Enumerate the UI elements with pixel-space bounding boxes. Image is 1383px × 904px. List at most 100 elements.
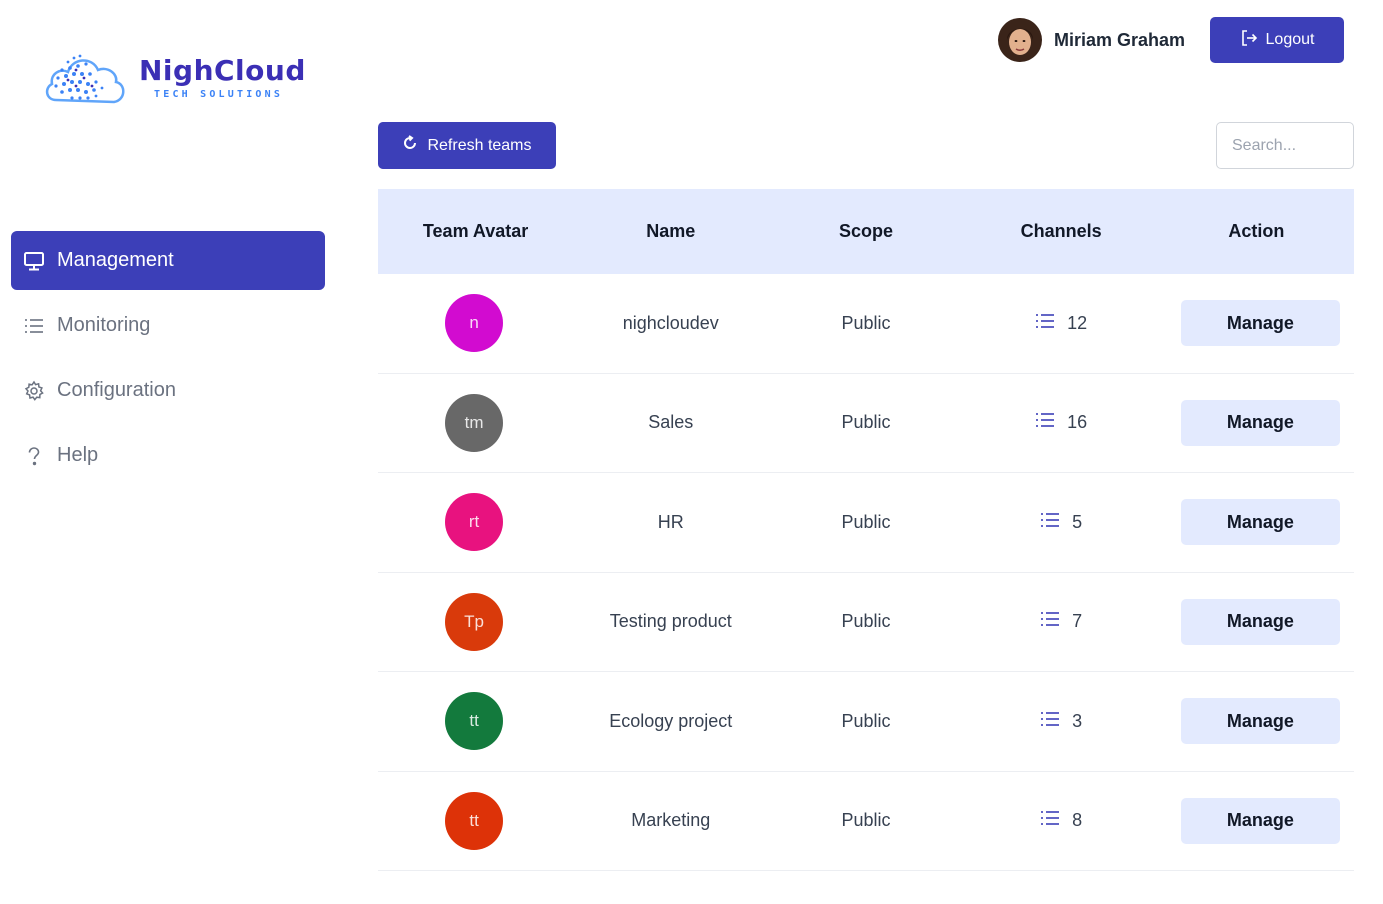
brand-tagline: TECH SOLUTIONS [154, 89, 284, 100]
team-action-cell: Manage [1159, 499, 1354, 546]
team-channels: 7 [964, 611, 1159, 632]
team-scope: Public [841, 412, 891, 433]
list-icon [1040, 711, 1060, 732]
search-input[interactable] [1216, 122, 1354, 169]
logout-icon [1240, 29, 1258, 52]
team-name: Testing product [609, 611, 732, 632]
manage-button[interactable]: Manage [1180, 399, 1340, 446]
sidebar-item-configuration[interactable]: Configuration [11, 361, 325, 420]
team-initials: tt [469, 810, 479, 830]
avatar [998, 18, 1042, 62]
sidebar-item-label: Monitoring [57, 314, 151, 336]
column-header-action: Action [1228, 221, 1285, 241]
logout-button[interactable]: Logout [1210, 17, 1344, 63]
team-name: nighcloudev [622, 312, 719, 333]
channel-count: 16 [1067, 412, 1088, 433]
team-action-cell: Manage [1159, 797, 1354, 844]
table-body: n nighcloudev Public 12 Manage tm Sales … [378, 274, 1354, 871]
list-icon [1040, 512, 1060, 533]
team-avatar: tt [445, 791, 504, 850]
channel-count: 3 [1072, 710, 1083, 731]
table-row: tt Marketing Public 8 Manage [378, 772, 1354, 871]
list-icon [23, 315, 45, 337]
team-avatar: tm [445, 393, 504, 452]
column-header-name: Name [646, 221, 696, 241]
team-action-cell: Manage [1159, 300, 1354, 347]
table-row: tt Ecology project Public 3 Manage [378, 672, 1354, 772]
app: NighCloud TECH SOLUTIONS Management Moni… [0, 0, 1383, 904]
table-row: n nighcloudev Public 12 Manage [378, 274, 1354, 374]
team-channels: 16 [964, 412, 1159, 433]
manage-button[interactable]: Manage [1180, 499, 1340, 546]
team-avatar-cell: tt [378, 692, 573, 751]
manage-button[interactable]: Manage [1180, 797, 1340, 844]
team-scope: Public [841, 312, 891, 333]
table-row: Tp Testing product Public 7 Manage [378, 573, 1354, 672]
team-avatar-cell: Tp [378, 592, 573, 651]
logout-label: Logout [1265, 31, 1315, 48]
sidebar-item-monitoring[interactable]: Monitoring [11, 296, 325, 355]
sidebar-nav: Management Monitoring Configuration Help [11, 231, 325, 491]
table-row: rt HR Public 5 Manage [378, 473, 1354, 573]
refresh-label: Refresh teams [427, 136, 532, 154]
channel-count: 12 [1067, 312, 1088, 333]
sidebar-item-management[interactable]: Management [11, 231, 325, 290]
user-profile[interactable]: Miriam Graham [998, 17, 1185, 63]
list-icon [1040, 810, 1060, 831]
user-name: Miriam Graham [1054, 29, 1186, 50]
team-avatar: rt [445, 493, 504, 552]
team-scope: Public [841, 611, 891, 632]
team-initials: n [469, 313, 479, 333]
cloud-icon [45, 54, 125, 104]
column-header-team-avatar: Team Avatar [422, 221, 529, 241]
list-icon [1035, 313, 1055, 334]
sidebar-item-label: Management [57, 249, 174, 271]
channel-count: 8 [1072, 810, 1083, 831]
team-avatar: tt [445, 692, 504, 751]
team-action-cell: Manage [1159, 399, 1354, 446]
team-scope: Public [841, 810, 891, 831]
table-row: tm Sales Public 16 Manage [378, 374, 1354, 473]
team-channels: 12 [964, 313, 1159, 334]
brand-logo[interactable]: NighCloud TECH SOLUTIONS [42, 44, 312, 110]
team-initials: tm [464, 412, 484, 432]
brand-name: NighCloud [139, 54, 306, 87]
sidebar-item-label: Configuration [57, 379, 176, 401]
team-name: Sales [648, 412, 694, 433]
sidebar-item-help[interactable]: Help [11, 426, 325, 485]
team-initials: tt [469, 711, 479, 731]
column-header-channels: Channels [1020, 221, 1102, 241]
team-name: HR [657, 511, 684, 532]
channel-count: 7 [1072, 611, 1083, 632]
team-avatar-cell: n [378, 294, 573, 353]
team-scope: Public [841, 511, 891, 532]
monitor-icon [23, 250, 45, 272]
table-header: Team Avatar Name Scope Channels Action [378, 189, 1354, 274]
sidebar-item-label: Help [57, 444, 99, 466]
team-initials: rt [468, 512, 480, 532]
manage-button[interactable]: Manage [1180, 598, 1340, 645]
sidebar: NighCloud TECH SOLUTIONS Management Moni… [0, 0, 340, 904]
refresh-teams-button[interactable]: Refresh teams [378, 122, 556, 169]
team-avatar-cell: rt [378, 493, 573, 552]
manage-button[interactable]: Manage [1180, 300, 1340, 347]
team-action-cell: Manage [1159, 598, 1354, 645]
team-avatar-cell: tm [378, 393, 573, 452]
gear-icon [23, 380, 45, 402]
team-name: Marketing [631, 810, 711, 831]
list-icon [1040, 611, 1060, 632]
team-scope: Public [841, 710, 891, 731]
manage-button[interactable]: Manage [1180, 698, 1340, 745]
question-icon [23, 445, 45, 467]
team-action-cell: Manage [1159, 698, 1354, 745]
team-avatar: Tp [445, 592, 504, 651]
refresh-icon [402, 135, 418, 156]
team-channels: 3 [964, 711, 1159, 732]
list-icon [1035, 412, 1055, 433]
team-channels: 5 [964, 512, 1159, 533]
channel-count: 5 [1072, 511, 1083, 532]
team-avatar: n [445, 294, 504, 353]
team-name: Ecology project [609, 710, 733, 731]
team-avatar-cell: tt [378, 791, 573, 850]
teams-table: Team Avatar Name Scope Channels Action n… [378, 189, 1354, 871]
